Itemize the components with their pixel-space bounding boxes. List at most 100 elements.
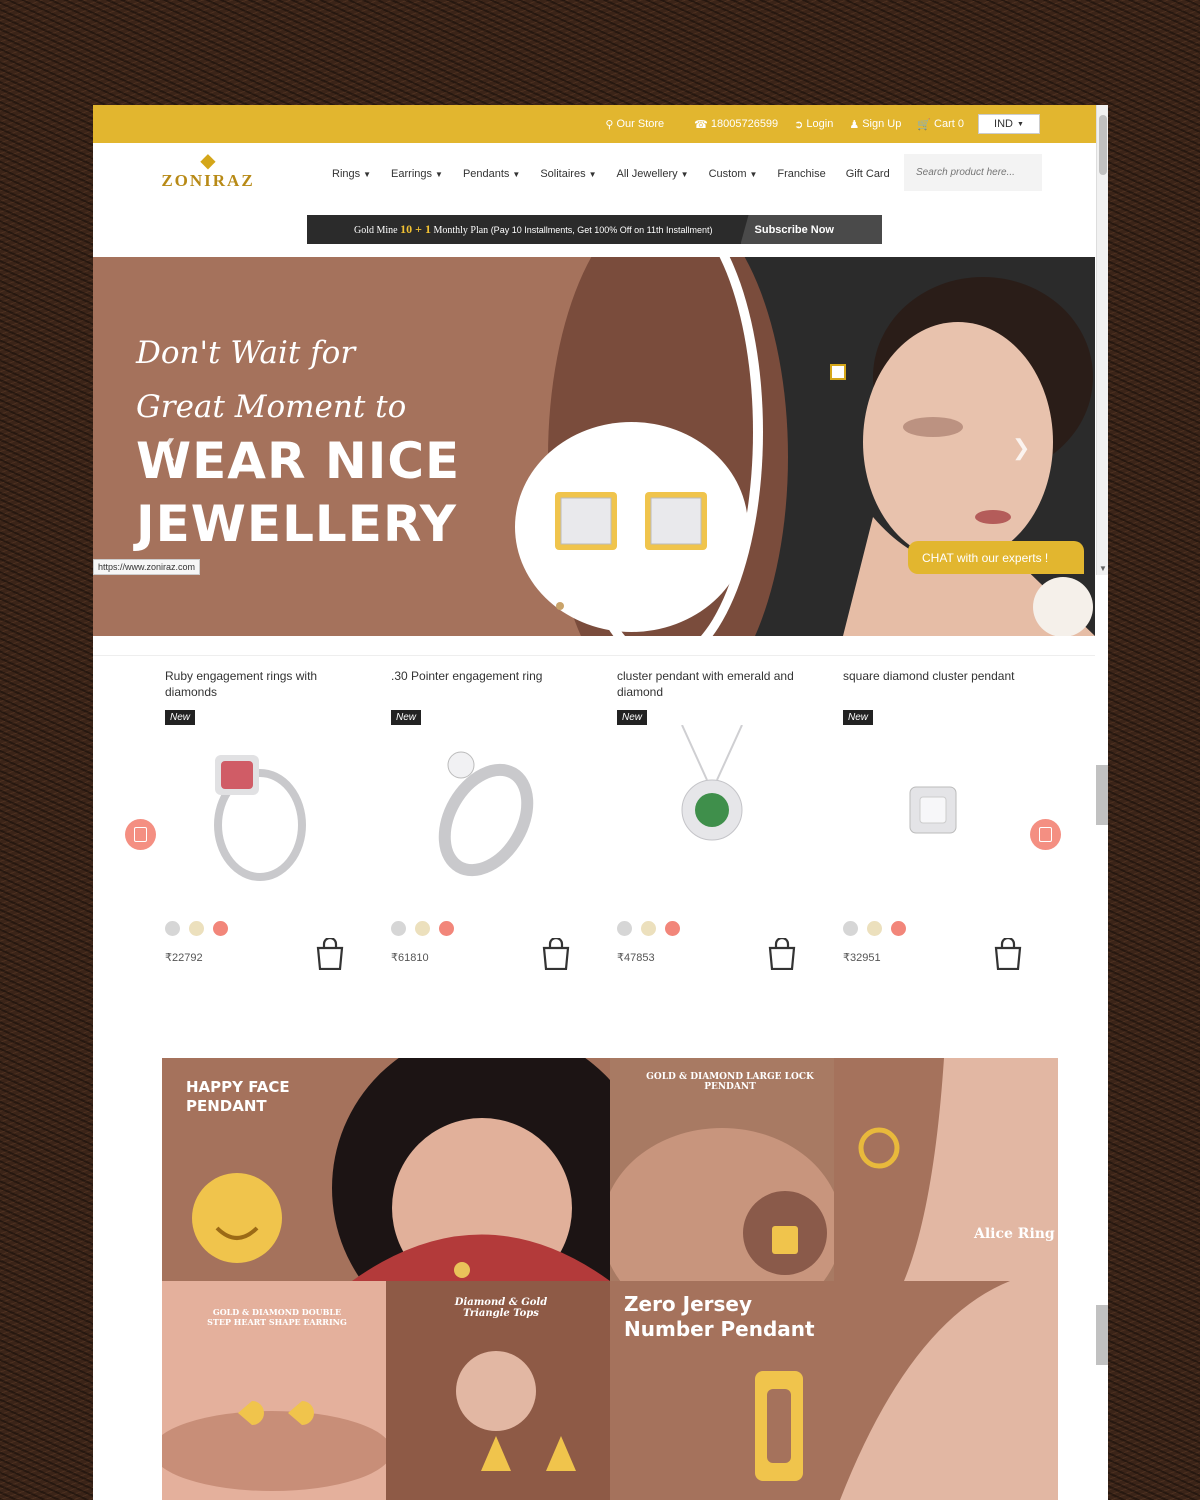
collection-banners: HAPPY FACE PENDANT GOLD & DIAMOND LARGE … [162, 1058, 1058, 1500]
our-store-label: Our Store [616, 118, 665, 130]
swatch-rose-gold[interactable] [439, 921, 454, 936]
swatch-yellow-gold[interactable] [415, 921, 430, 936]
triangle-tops-banner[interactable]: Diamond & Gold Triangle Tops [386, 1281, 610, 1500]
zero-jersey-title-1: Zero Jersey [624, 1292, 753, 1316]
next-icon [1039, 827, 1052, 842]
product-price: ₹32951 [843, 952, 881, 964]
metal-swatches [165, 921, 228, 936]
new-badge: New [617, 710, 648, 725]
product-name[interactable]: cluster pendant with emerald and diamond [617, 668, 807, 702]
map-marker-icon: ⚲ [605, 118, 614, 131]
alice-ring-banner[interactable]: Alice Ring [834, 1058, 1058, 1281]
search-input[interactable] [904, 154, 1042, 191]
main-nav: Rings ▼ Earrings ▼ Pendants ▼ Solitaires ▼ A… [332, 143, 910, 205]
zero-jersey-banner[interactable]: Zero Jersey Number Pendant [610, 1281, 1058, 1500]
login-link[interactable]: ➲ Login [794, 118, 833, 131]
nav-gift-card[interactable]: Gift Card [846, 168, 890, 180]
product-price: ₹47853 [617, 952, 655, 964]
hero-line-4: JEWELLERY [136, 495, 457, 553]
chat-experts-button[interactable]: CHAT with our experts ! [908, 541, 1084, 574]
phone-link[interactable]: ☎ 18005726599 [694, 118, 778, 131]
prev-icon [134, 827, 147, 842]
swatch-yellow-gold[interactable] [189, 921, 204, 936]
product-name[interactable]: Ruby engagement rings with diamonds [165, 668, 355, 702]
inner-scrollbar-thumb[interactable] [1096, 765, 1108, 825]
caret-down-icon: ▼ [749, 169, 758, 179]
product-card[interactable]: .30 Pointer engagement ring New ₹61810 [391, 668, 581, 978]
swatch-rose-gold[interactable] [891, 921, 906, 936]
product-card[interactable]: square diamond cluster pendant New ₹3295… [843, 668, 1033, 978]
shopping-bag-icon[interactable] [541, 938, 571, 970]
caret-down-icon: ▼ [363, 169, 372, 179]
nav-franchise[interactable]: Franchise [777, 168, 825, 180]
nav-label: Solitaires [540, 168, 586, 180]
product-image[interactable] [165, 725, 355, 885]
lock-pendant-banner[interactable]: GOLD & DIAMOND LARGE LOCK PENDANT [610, 1058, 834, 1281]
nav-custom[interactable]: Custom ▼ [709, 168, 758, 180]
shopping-bag-icon[interactable] [315, 938, 345, 970]
promo-text: Gold Mine 10 + 1 Monthly Plan (Pay 10 In… [307, 222, 741, 237]
swatch-white-gold[interactable] [391, 921, 406, 936]
slide-indicator[interactable] [556, 602, 564, 610]
shopping-bag-icon[interactable] [993, 938, 1023, 970]
caret-down-icon: ▼ [1017, 120, 1024, 128]
cart-label: Cart 0 [934, 118, 964, 130]
product-name[interactable]: .30 Pointer engagement ring [391, 668, 581, 702]
carousel-next-button[interactable] [1030, 819, 1061, 850]
new-badge: New [843, 710, 874, 725]
metal-swatches [391, 921, 454, 936]
alice-ring-image [858, 1058, 1058, 1281]
shopping-bag-icon[interactable] [767, 938, 797, 970]
product-card[interactable]: Ruby engagement rings with diamonds New … [165, 668, 355, 978]
scrollbar-thumb[interactable] [1099, 115, 1107, 175]
currency-select[interactable]: IND ▼ [978, 114, 1040, 134]
lock-pendant-title: GOLD & DIAMOND LARGE LOCK PENDANT [646, 1072, 814, 1092]
metal-swatches [617, 921, 680, 936]
main-header: ◆ ZONIRAZ Rings ▼ Earrings ▼ Pendants ▼ Sol… [93, 143, 1108, 205]
cart-link[interactable]: 🛒 Cart 0 [917, 118, 964, 131]
nav-label: Pendants [462, 168, 510, 180]
currency-value: IND [994, 118, 1013, 130]
swatch-white-gold[interactable] [843, 921, 858, 936]
hero-line-2: Great Moment to [136, 389, 407, 425]
swatch-white-gold[interactable] [165, 921, 180, 936]
signup-link[interactable]: ♟ Sign Up [849, 118, 901, 131]
our-store-link[interactable]: ⚲ Our Store [605, 118, 664, 131]
product-carousel: Ruby engagement rings with diamonds New … [93, 655, 1095, 1035]
hero-line-3: WEAR NICE [136, 432, 461, 490]
nav-solitaires[interactable]: Solitaires ▼ [540, 168, 596, 180]
nav-pendants[interactable]: Pendants ▼ [463, 168, 520, 180]
phone-icon: ☎ [694, 118, 708, 131]
caret-down-icon: ▼ [588, 169, 597, 179]
product-image[interactable] [843, 725, 1033, 885]
swatch-yellow-gold[interactable] [641, 921, 656, 936]
browser-page: ⚲ Our Store ☎ 18005726599 ➲ Login ♟ Sign… [93, 105, 1108, 1500]
nav-rings[interactable]: Rings ▼ [332, 168, 371, 180]
new-badge: New [165, 710, 196, 725]
swatch-white-gold[interactable] [617, 921, 632, 936]
happy-face-banner[interactable]: HAPPY FACE PENDANT [162, 1058, 610, 1281]
swatch-rose-gold[interactable] [213, 921, 228, 936]
nav-earrings[interactable]: Earrings ▼ [391, 168, 443, 180]
product-price: ₹22792 [165, 952, 203, 964]
alice-ring-title: Alice Ring [974, 1226, 1055, 1242]
next-slide-icon[interactable]: ❯ [1012, 435, 1030, 461]
swatch-rose-gold[interactable] [665, 921, 680, 936]
page-scrollbar[interactable]: ▼ [1096, 105, 1108, 575]
subscribe-now-button[interactable]: Subscribe Now [740, 215, 882, 244]
product-image[interactable] [617, 724, 807, 885]
carousel-prev-button[interactable] [125, 819, 156, 850]
product-card[interactable]: cluster pendant with emerald and diamond… [617, 668, 807, 978]
heart-earring-banner[interactable]: GOLD & DIAMOND DOUBLE STEP HEART SHAPE E… [162, 1281, 386, 1500]
logo[interactable]: ◆ ZONIRAZ [157, 151, 259, 191]
caret-down-icon: ▼ [512, 169, 521, 179]
scroll-down-icon[interactable]: ▼ [1099, 564, 1107, 573]
product-image[interactable] [391, 725, 581, 885]
inner-scrollbar-thumb-2[interactable] [1096, 1305, 1108, 1365]
prev-slide-icon[interactable]: ❮ [159, 435, 177, 461]
product-name[interactable]: square diamond cluster pendant [843, 668, 1033, 702]
nav-all-jewellery[interactable]: All Jewellery ▼ [617, 168, 689, 180]
nav-label: All Jewellery [616, 168, 678, 180]
hero-banner: Don't Wait for Great Moment to WEAR NICE… [93, 257, 1095, 636]
swatch-yellow-gold[interactable] [867, 921, 882, 936]
